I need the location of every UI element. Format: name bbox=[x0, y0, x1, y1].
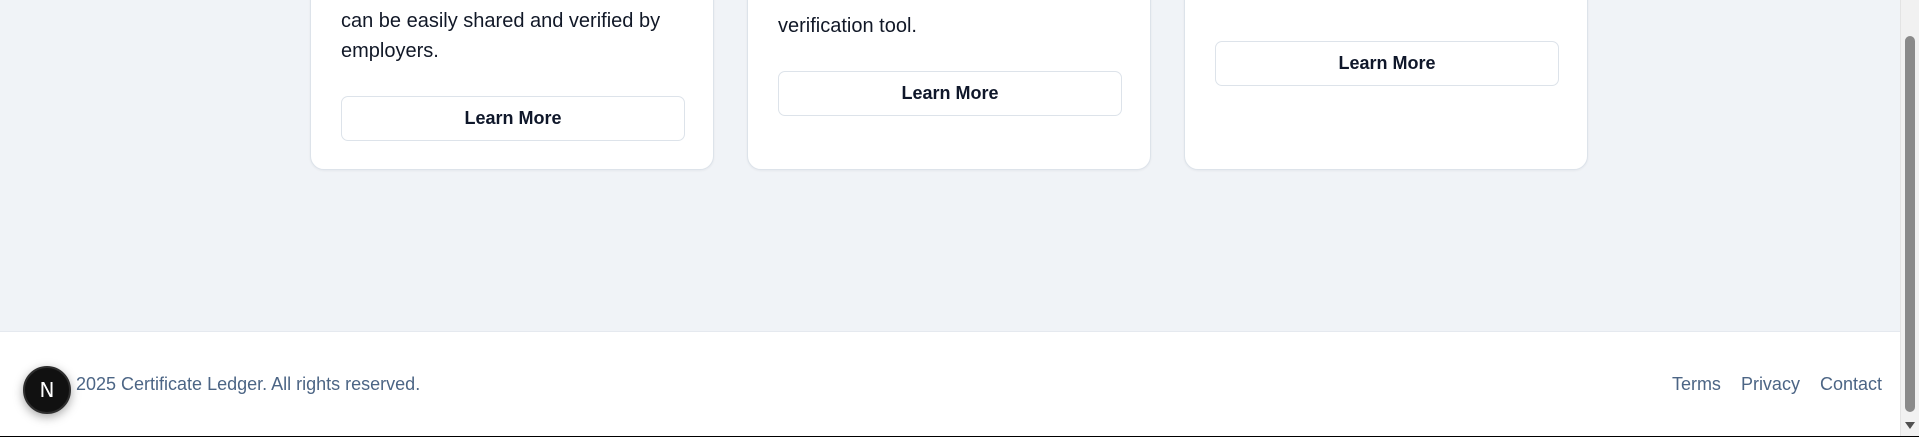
feature-card-2-learn-more-button[interactable]: Learn More bbox=[778, 71, 1122, 116]
page-viewport: can be easily shared and verified by emp… bbox=[0, 0, 1900, 436]
scrollbar-thumb[interactable] bbox=[1905, 36, 1915, 412]
feature-card-3: Learn More bbox=[1184, 0, 1588, 170]
feature-card-1: can be easily shared and verified by emp… bbox=[310, 0, 714, 170]
feature-card-1-description-line-1: can be easily shared and verified by bbox=[341, 10, 661, 32]
feature-card-2-description-line-1: verification tool. bbox=[778, 15, 917, 37]
scroll-down-arrow-icon[interactable] bbox=[1905, 422, 1915, 429]
feature-card-1-learn-more-button[interactable]: Learn More bbox=[341, 96, 685, 141]
feature-card-2: verification tool. Learn More bbox=[747, 0, 1151, 170]
feature-card-1-description-line-2: employers. bbox=[341, 40, 439, 62]
footer-link-terms[interactable]: Terms bbox=[1672, 374, 1721, 395]
footer-link-contact[interactable]: Contact bbox=[1820, 374, 1882, 395]
dev-tools-badge[interactable]: N bbox=[23, 366, 71, 414]
footer-copyright: 2025 Certificate Ledger. All rights rese… bbox=[76, 374, 421, 394]
page-scrollbar[interactable] bbox=[1900, 0, 1919, 436]
footer-nav: Terms Privacy Contact bbox=[1672, 374, 1882, 395]
site-footer: 2025 Certificate Ledger. All rights rese… bbox=[0, 331, 1900, 436]
dev-tools-badge-letter: N bbox=[39, 378, 55, 402]
footer-link-privacy[interactable]: Privacy bbox=[1741, 374, 1800, 395]
feature-card-3-learn-more-button[interactable]: Learn More bbox=[1215, 41, 1559, 86]
